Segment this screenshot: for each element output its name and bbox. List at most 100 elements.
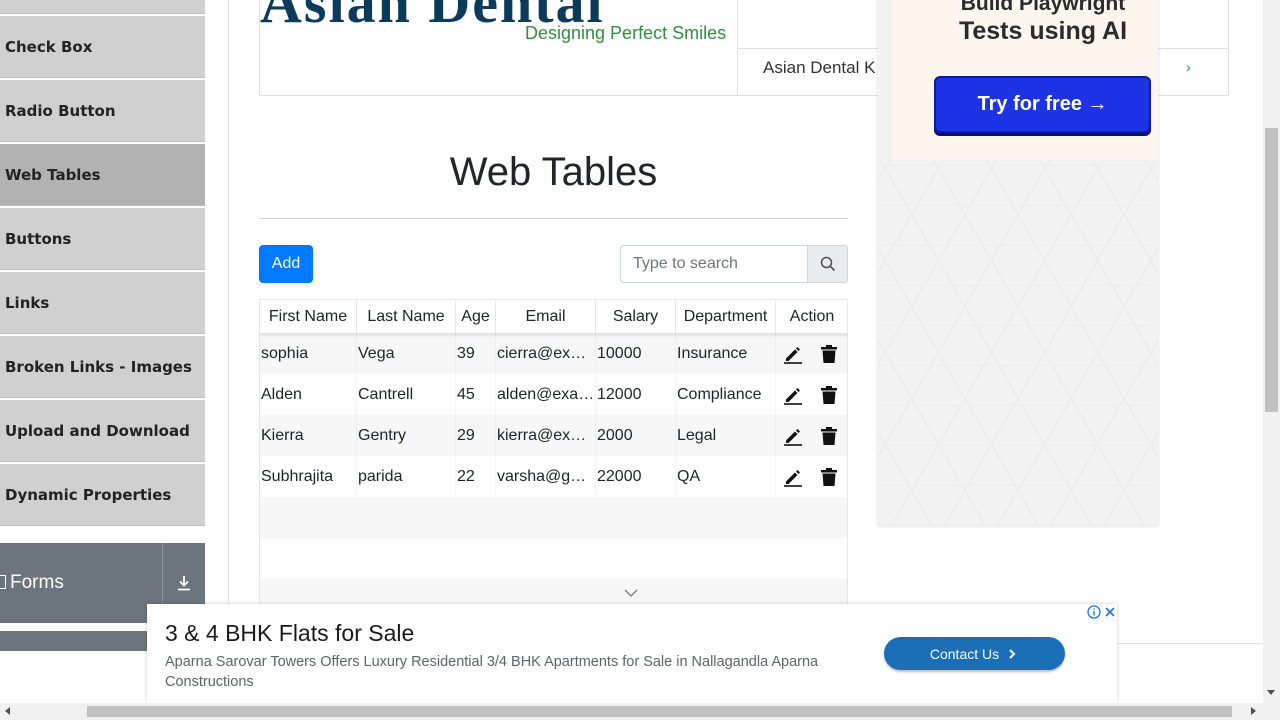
table-row: Subhrajitaparida22varsha@gmail.com22000Q… xyxy=(260,456,847,497)
chevron-down-icon[interactable] xyxy=(623,588,639,598)
column-header-salary[interactable]: Salary xyxy=(596,300,676,333)
sidebar-item-broken-links[interactable]: Broken Links - Images xyxy=(0,336,205,398)
table-row: AldenCantrell45alden@example.com12000Com… xyxy=(260,374,847,415)
table-cell-last-name: Vega xyxy=(357,333,456,374)
ad-pattern xyxy=(878,160,1158,526)
table-cell-department: Insurance xyxy=(676,333,776,374)
delete-trash-icon[interactable] xyxy=(818,384,840,406)
sidebar-item-buttons[interactable]: Buttons xyxy=(0,208,205,270)
table-cell-department: QA xyxy=(676,456,776,497)
table-cell-first-name: Kierra xyxy=(260,415,357,456)
close-icon[interactable] xyxy=(1103,605,1117,619)
edit-pencil-icon[interactable] xyxy=(782,384,804,406)
sidebar-item-label: Check Box xyxy=(5,37,93,56)
column-header-department[interactable]: Department xyxy=(676,300,776,333)
page-title: Web Tables xyxy=(449,150,658,194)
scroll-right-arrow-icon[interactable] xyxy=(1251,707,1256,715)
horizontal-scrollbar-thumb[interactable] xyxy=(87,706,1232,717)
web-table: First Name Last Name Age Email Salary Departm… xyxy=(259,299,848,609)
table-cell-email: kierra@example.com xyxy=(496,415,596,456)
edit-pencil-icon[interactable] xyxy=(782,466,804,488)
row-actions xyxy=(782,415,847,456)
column-header-last-name[interactable]: Last Name xyxy=(357,300,456,333)
contact-us-button[interactable]: Contact Us xyxy=(884,637,1065,670)
add-button[interactable]: Add xyxy=(259,245,313,283)
table-row: sophiaVega39cierra@example.com10000Insur… xyxy=(260,333,847,374)
sidebar-item-label: Radio Button xyxy=(5,101,116,120)
table-cell-first-name: sophia xyxy=(260,333,357,374)
column-header-first-name[interactable]: First Name xyxy=(260,300,357,333)
row-actions xyxy=(782,374,847,415)
ad-description: Aparna Sarovar Towers Offers Luxury Resi… xyxy=(165,654,819,690)
table-row xyxy=(260,538,847,579)
try-for-free-button[interactable]: Try for free → xyxy=(934,76,1151,133)
column-header-email[interactable]: Email xyxy=(496,300,596,333)
bottom-ad[interactable]: 3 & 4 BHK Flats for Sale Aparna Sarovar … xyxy=(147,604,1117,703)
sidebar-item-check-box[interactable]: Check Box xyxy=(0,16,205,78)
sidebar-item-web-tables[interactable]: Web Tables xyxy=(0,144,205,206)
table-cell-salary: 10000 xyxy=(596,333,676,374)
browser-viewport: Check Box Radio Button Web Tables Buttons Li… xyxy=(0,0,1280,720)
sidebar-item-label: Broken Links - Images xyxy=(5,357,192,376)
vertical-scrollbar-thumb[interactable] xyxy=(1265,128,1278,412)
vertical-scrollbar[interactable] xyxy=(1263,0,1280,703)
table-cell-last-name: Cantrell xyxy=(357,374,456,415)
horizontal-scrollbar[interactable] xyxy=(0,703,1280,720)
ad-promo-line1: Build Playwright xyxy=(960,0,1126,15)
table-cell-department: Legal xyxy=(676,415,776,456)
side-ad[interactable]: Build Playwright Tests using AI Try for … xyxy=(878,0,1158,526)
sidebar-item-label: Dynamic Properties xyxy=(5,485,172,504)
table-cell-salary: 2000 xyxy=(596,415,676,456)
table-header: First Name Last Name Age Email Salary Departm… xyxy=(260,300,847,333)
search-box xyxy=(620,245,848,283)
table-cell-first-name: Subhrajita xyxy=(260,456,357,497)
column-header-action[interactable]: Action xyxy=(776,300,847,333)
sidebar-item-label: Links xyxy=(5,293,50,312)
sidebar-item-partial[interactable] xyxy=(0,0,205,14)
sidebar-item-upload-download[interactable]: Upload and Download xyxy=(0,400,205,462)
column-header-age[interactable]: Age xyxy=(456,300,496,333)
table-cell-salary: 12000 xyxy=(596,374,676,415)
ad-headline[interactable]: 3 & 4 BHK Flats for Sale xyxy=(165,620,414,647)
edit-pencil-icon[interactable] xyxy=(782,425,804,447)
delete-trash-icon[interactable] xyxy=(818,466,840,488)
sidebar-item-dynamic-properties[interactable]: Dynamic Properties xyxy=(0,464,205,526)
table-row: KierraGentry29kierra@example.com2000Lega… xyxy=(260,415,847,456)
edit-pencil-icon[interactable] xyxy=(782,343,804,365)
scroll-left-arrow-icon[interactable] xyxy=(5,707,10,715)
chevron-right-icon xyxy=(1009,648,1016,659)
table-cell-last-name: Gentry xyxy=(357,415,456,456)
contact-us-label: Contact Us xyxy=(929,645,1000,662)
delete-trash-icon[interactable] xyxy=(818,343,840,365)
group-icon-fragment xyxy=(0,575,6,589)
table-cell-last-name: parida xyxy=(357,456,456,497)
sidebar-item-radio-button[interactable]: Radio Button xyxy=(0,80,205,142)
table-cell-email: cierra@example.com xyxy=(496,333,596,374)
info-icon[interactable] xyxy=(1087,605,1101,619)
sidebar-item-label: Upload and Download xyxy=(5,421,190,440)
row-actions xyxy=(782,456,847,497)
chevron-right-icon[interactable]: › xyxy=(1186,59,1191,75)
ad-promo-line2: Tests using AI xyxy=(958,17,1128,45)
sidebar-item-links[interactable]: Links xyxy=(0,272,205,334)
search-icon[interactable] xyxy=(807,245,848,283)
search-input[interactable] xyxy=(620,245,808,283)
table-cell-age: 29 xyxy=(456,415,496,456)
ad-advertiser-name: Asian Dental K xyxy=(763,58,876,77)
table-cell-email: varsha@gmail.com xyxy=(496,456,596,497)
table-cell-email: alden@example.com xyxy=(496,374,596,415)
table-cell-age: 39 xyxy=(456,333,496,374)
ad-promo: Build Playwright Tests using AI Try for … xyxy=(892,0,1158,160)
sidebar-item-label: Buttons xyxy=(5,229,72,248)
table-row xyxy=(260,497,847,538)
delete-trash-icon[interactable] xyxy=(818,425,840,447)
footer-divider xyxy=(1117,643,1263,644)
ad-tagline: Designing Perfect Smiles xyxy=(525,23,727,43)
table-cell-department: Compliance xyxy=(676,374,776,415)
table-cell-first-name: Alden xyxy=(260,374,357,415)
scroll-down-arrow-icon[interactable] xyxy=(1267,690,1275,695)
ad-choices[interactable] xyxy=(1085,604,1117,620)
group-header-label: Forms xyxy=(0,572,162,594)
table-cell-age: 45 xyxy=(456,374,496,415)
sidebar-item-label: Web Tables xyxy=(5,165,101,184)
